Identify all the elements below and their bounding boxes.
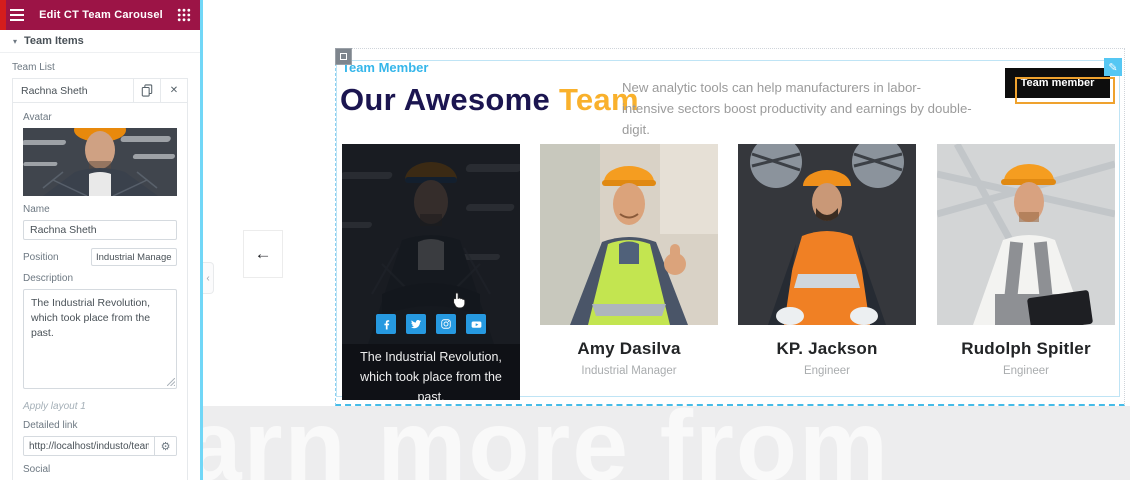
member-position: Engineer [937, 365, 1115, 377]
member-caption: Rudolph Spitler Engineer [937, 339, 1115, 377]
elementor-editor: Edit CT Team Carousel ▾ Team Items Team … [0, 0, 1130, 480]
settings-panel: Edit CT Team Carousel ▾ Team Items Team … [0, 0, 200, 480]
apply-layout-link[interactable]: Apply layout 1 [23, 401, 177, 412]
facebook-icon[interactable] [376, 314, 396, 334]
card-overlay-text: The Industrial Revolution, which took pl… [352, 347, 510, 400]
description-textarea[interactable]: The Industrial Revolution, which took pl… [23, 289, 177, 389]
position-label: Position [23, 252, 59, 263]
member-position: Industrial Manager [540, 365, 718, 377]
description-label: Description [23, 273, 177, 284]
avatar-image[interactable] [23, 128, 177, 196]
name-label: Name [23, 204, 177, 215]
member-photo [937, 144, 1115, 325]
section-paragraph: New analytic tools can help manufacturer… [622, 77, 972, 140]
heading-main: Our Awesome [340, 82, 559, 117]
edit-pencil-icon[interactable]: ✎ [1104, 58, 1122, 76]
member-name[interactable]: Amy Dasilva [540, 339, 718, 359]
carousel-prev-button[interactable]: ← [243, 230, 283, 278]
eyebrow-text: Team Member [342, 60, 428, 75]
social-label: Social [23, 464, 177, 475]
member-photo [738, 144, 916, 325]
team-items-section-toggle[interactable]: ▾ Team Items [0, 30, 200, 53]
team-card[interactable] [738, 144, 916, 325]
chevron-down-icon: ▾ [13, 37, 17, 46]
section-title: Team Items [24, 35, 84, 47]
member-name[interactable]: Rudolph Spitler [937, 339, 1115, 359]
watermark-heading: arn more from [200, 406, 890, 480]
detailed-link-input[interactable] [24, 437, 154, 455]
youtube-icon[interactable] [466, 314, 486, 334]
avatar-label: Avatar [23, 112, 177, 123]
team-card-hovered[interactable]: The Industrial Revolution, which took pl… [342, 144, 520, 400]
detailed-link-label: Detailed link [23, 420, 177, 431]
panel-collapse-tab[interactable]: ‹ [203, 262, 214, 294]
section-heading: Our Awesome Team [340, 82, 639, 118]
twitter-icon[interactable] [406, 314, 426, 334]
preview-canvas: ‹ arn more from ← Team Member Our Awesom… [200, 0, 1130, 480]
close-icon[interactable]: ✕ [160, 79, 187, 102]
member-caption: KP. Jackson Engineer [738, 339, 916, 377]
member-name[interactable]: KP. Jackson [738, 339, 916, 359]
card-social-row [342, 314, 520, 334]
name-input[interactable] [23, 220, 177, 240]
panel-edge-accent [0, 0, 6, 30]
member-photo [540, 144, 718, 325]
next-section: arn more from [200, 406, 1130, 480]
instagram-icon[interactable] [436, 314, 456, 334]
duplicate-icon[interactable] [133, 79, 160, 102]
repeater-item-body: Avatar [12, 103, 188, 480]
resize-grip-icon[interactable] [167, 373, 175, 391]
repeater-item-header[interactable]: Rachna Sheth ✕ [12, 78, 188, 103]
widgets-grid-icon[interactable] [168, 8, 200, 22]
gear-icon[interactable]: ⚙ [154, 437, 176, 455]
team-member-button[interactable]: Team member [1005, 68, 1110, 98]
team-list-label: Team List [12, 62, 188, 73]
member-caption: Amy Dasilva Industrial Manager [540, 339, 718, 377]
panel-header: Edit CT Team Carousel [0, 0, 200, 30]
member-position: Engineer [738, 365, 916, 377]
position-input[interactable] [91, 248, 177, 266]
team-card[interactable] [540, 144, 718, 325]
panel-resize-handle[interactable] [200, 0, 203, 480]
panel-title: Edit CT Team Carousel [34, 9, 168, 21]
column-handle-icon[interactable] [335, 48, 352, 65]
repeater-item-title[interactable]: Rachna Sheth [13, 79, 133, 102]
team-card[interactable] [937, 144, 1115, 325]
mouse-cursor-icon [450, 292, 467, 312]
panel-body: Team List Rachna Sheth ✕ Avatar [0, 53, 200, 480]
